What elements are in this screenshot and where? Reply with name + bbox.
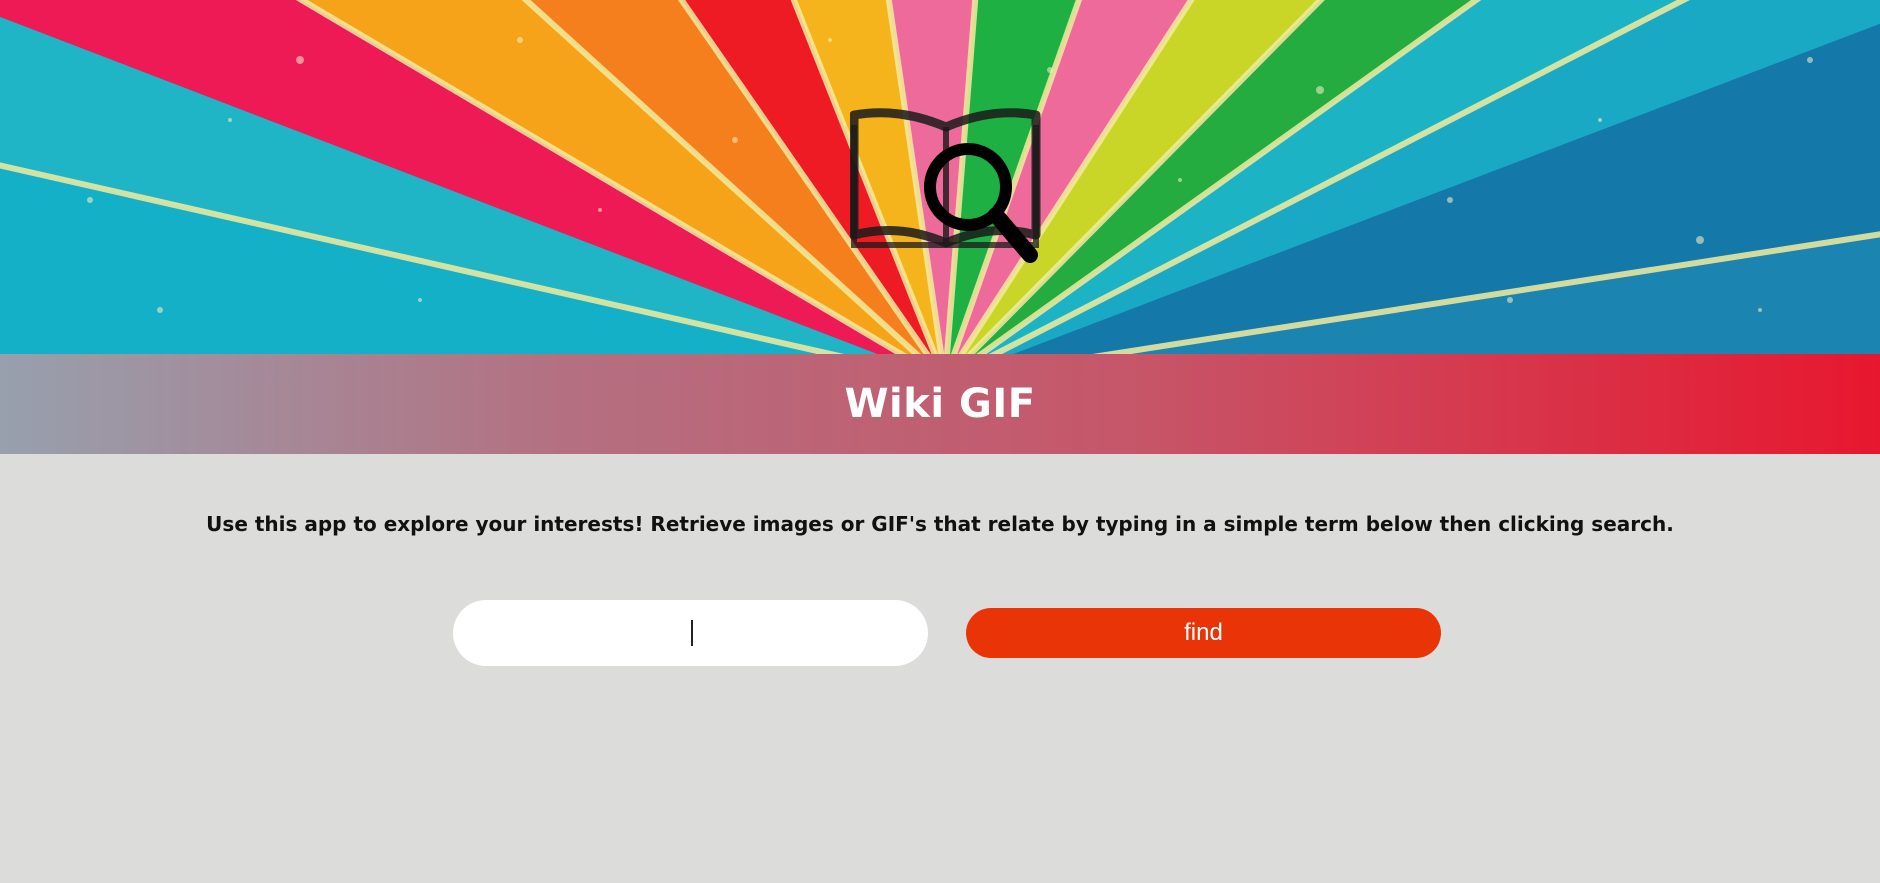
page-title: Wiki GIF — [844, 381, 1036, 427]
find-button[interactable]: find — [966, 608, 1441, 658]
hero-banner — [0, 0, 1880, 354]
intro-text: Use this app to explore your interests! … — [206, 512, 1674, 536]
book-magnifier-icon — [850, 108, 1041, 263]
title-bar: Wiki GIF — [0, 354, 1880, 454]
text-cursor — [691, 620, 693, 646]
